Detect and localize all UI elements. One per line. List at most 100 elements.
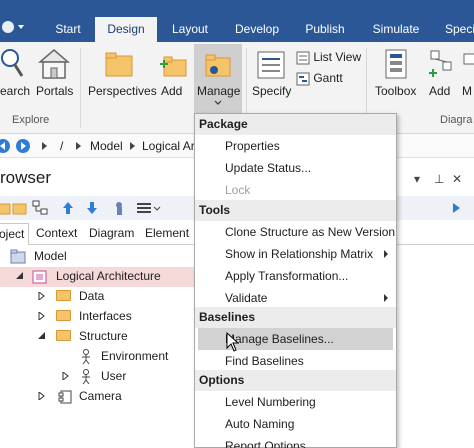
collapse-triangle-icon[interactable] xyxy=(16,272,24,280)
menu-item-show-in-matrix[interactable]: Show in Relationship Matrix xyxy=(195,243,396,265)
new-folder-icon[interactable] xyxy=(12,200,28,216)
breadcrumb-model[interactable]: Model xyxy=(90,139,123,153)
manage-button[interactable]: Manage xyxy=(194,44,242,114)
menu-item-label: Show in Relationship Matrix xyxy=(225,247,374,261)
search-button[interactable]: earch xyxy=(0,42,30,112)
menu-item-apply-transformation[interactable]: Apply Transformation... xyxy=(195,265,396,287)
menu-item-clone-structure[interactable]: Clone Structure as New Version xyxy=(195,221,396,243)
ribbon-tab-bar: Start Design Layout Develop Publish Simu… xyxy=(0,0,474,43)
add-package-button[interactable]: Add xyxy=(156,42,190,112)
perspectives-icon xyxy=(105,52,133,77)
panel-menu-icon[interactable]: ▾ xyxy=(414,172,420,186)
chevron-right-icon xyxy=(130,142,135,150)
menu-list-icon[interactable] xyxy=(136,200,162,216)
tree-label: Structure xyxy=(79,329,128,343)
tab-diagram[interactable]: Diagram xyxy=(89,226,134,240)
breadcrumb-root[interactable]: / xyxy=(60,139,63,153)
tree-item-logical-architecture[interactable]: Logical Architecture xyxy=(0,267,200,287)
add-label: Add xyxy=(161,84,183,98)
browser-title: rowser xyxy=(0,168,52,187)
search-label: earch xyxy=(0,84,31,98)
menu-item-properties[interactable]: Properties xyxy=(195,135,396,157)
menu-item-validate[interactable]: Validate xyxy=(195,287,396,309)
forward-button[interactable] xyxy=(16,139,30,153)
expand-triangle-icon[interactable] xyxy=(62,372,70,380)
menu-header-package: Package xyxy=(195,114,396,135)
submenu-arrow-icon xyxy=(384,250,388,258)
tab-layout[interactable]: Layout xyxy=(164,17,216,42)
model-root-icon xyxy=(10,249,26,264)
manage-label: Manage xyxy=(197,84,241,98)
gantt-button[interactable]: Gantt xyxy=(296,71,343,86)
gantt-label: Gantt xyxy=(313,71,343,85)
specify-button[interactable]: Specify xyxy=(250,42,292,112)
tab-context[interactable]: Context xyxy=(36,226,77,240)
tree-label: Model xyxy=(34,249,67,263)
tab-publish[interactable]: Publish xyxy=(297,17,353,42)
tree-label: Interfaces xyxy=(79,309,132,323)
menu-item-update-status[interactable]: Update Status... xyxy=(195,157,396,179)
folder-icon xyxy=(56,310,71,321)
tab-project[interactable]: oject xyxy=(0,223,30,245)
menu-item-find-baselines[interactable]: Find Baselines xyxy=(195,350,396,372)
tab-specification[interactable]: Speci xyxy=(440,17,474,42)
more-label: M xyxy=(462,84,472,98)
toolbox-button[interactable]: Toolbox xyxy=(372,42,420,112)
gantt-icon xyxy=(296,72,310,86)
back-button[interactable] xyxy=(0,139,10,153)
forward-arrow-icon xyxy=(21,142,26,150)
manage-folder-icon xyxy=(205,54,231,77)
menu-item-report-options[interactable]: Report Options... xyxy=(195,435,396,448)
menu-item-auto-naming[interactable]: Auto Naming xyxy=(195,413,396,435)
perspectives-button[interactable]: Perspectives xyxy=(86,42,157,112)
diagram-icon xyxy=(463,53,474,65)
more-ribbon-button[interactable]: M xyxy=(460,42,474,112)
specify-label: Specify xyxy=(252,84,292,98)
tree-item-model[interactable]: Model xyxy=(0,247,200,267)
tab-develop[interactable]: Develop xyxy=(228,17,286,42)
expand-triangle-icon[interactable] xyxy=(38,392,46,400)
move-down-icon[interactable] xyxy=(84,200,100,216)
pin-icon[interactable]: ⊥ xyxy=(434,172,444,186)
add-diagram-button[interactable]: Add xyxy=(424,42,456,112)
tree-item-data[interactable]: Data xyxy=(0,287,200,307)
component-icon xyxy=(58,390,72,404)
folder-icon[interactable] xyxy=(0,200,12,216)
tab-simulate[interactable]: Simulate xyxy=(366,17,426,42)
diagram-package-icon xyxy=(32,270,47,284)
breadcrumb-logical-architecture[interactable]: Logical Arc xyxy=(142,139,201,153)
expand-triangle-icon[interactable] xyxy=(38,292,46,300)
perspectives-label: Perspectives xyxy=(88,84,157,98)
tree-label: Camera xyxy=(79,389,122,403)
hierarchy-icon[interactable] xyxy=(32,200,48,216)
toolbox-icon xyxy=(385,49,407,79)
list-view-button[interactable]: List View xyxy=(296,50,361,65)
expand-right-icon[interactable] xyxy=(448,200,464,216)
tree-item-environment[interactable]: Environment xyxy=(0,347,200,367)
tab-design[interactable]: Design xyxy=(95,17,157,43)
portals-button[interactable]: Portals xyxy=(34,42,74,112)
collapse-triangle-icon[interactable] xyxy=(38,332,46,340)
tree-label: Logical Architecture xyxy=(56,269,161,283)
tree-label: Data xyxy=(79,289,105,303)
chevron-right-icon xyxy=(76,142,81,150)
expand-triangle-icon[interactable] xyxy=(38,312,46,320)
tab-element[interactable]: Element xyxy=(145,226,189,240)
tree-item-camera[interactable]: Camera xyxy=(0,387,200,407)
toolbox-label: Toolbox xyxy=(375,84,417,98)
manage-dropdown-menu: Package Properties Update Status... Lock… xyxy=(194,113,397,448)
app-menu-icon xyxy=(2,21,24,33)
move-up-icon[interactable] xyxy=(60,200,76,216)
menu-item-level-numbering[interactable]: Level Numbering xyxy=(195,391,396,413)
tree-item-interfaces[interactable]: Interfaces xyxy=(0,307,200,327)
tree-item-user[interactable]: User xyxy=(0,367,200,387)
list-view-icon xyxy=(296,51,310,65)
close-icon[interactable]: ✕ xyxy=(452,172,462,186)
add-diagram-icon xyxy=(429,50,452,77)
search-icon xyxy=(1,49,24,77)
tab-start[interactable]: Start xyxy=(48,17,88,42)
portals-label: Portals xyxy=(36,84,74,98)
app-menu-button[interactable] xyxy=(0,14,30,40)
tree-item-structure[interactable]: Structure xyxy=(0,327,200,347)
touch-icon[interactable] xyxy=(112,200,128,216)
